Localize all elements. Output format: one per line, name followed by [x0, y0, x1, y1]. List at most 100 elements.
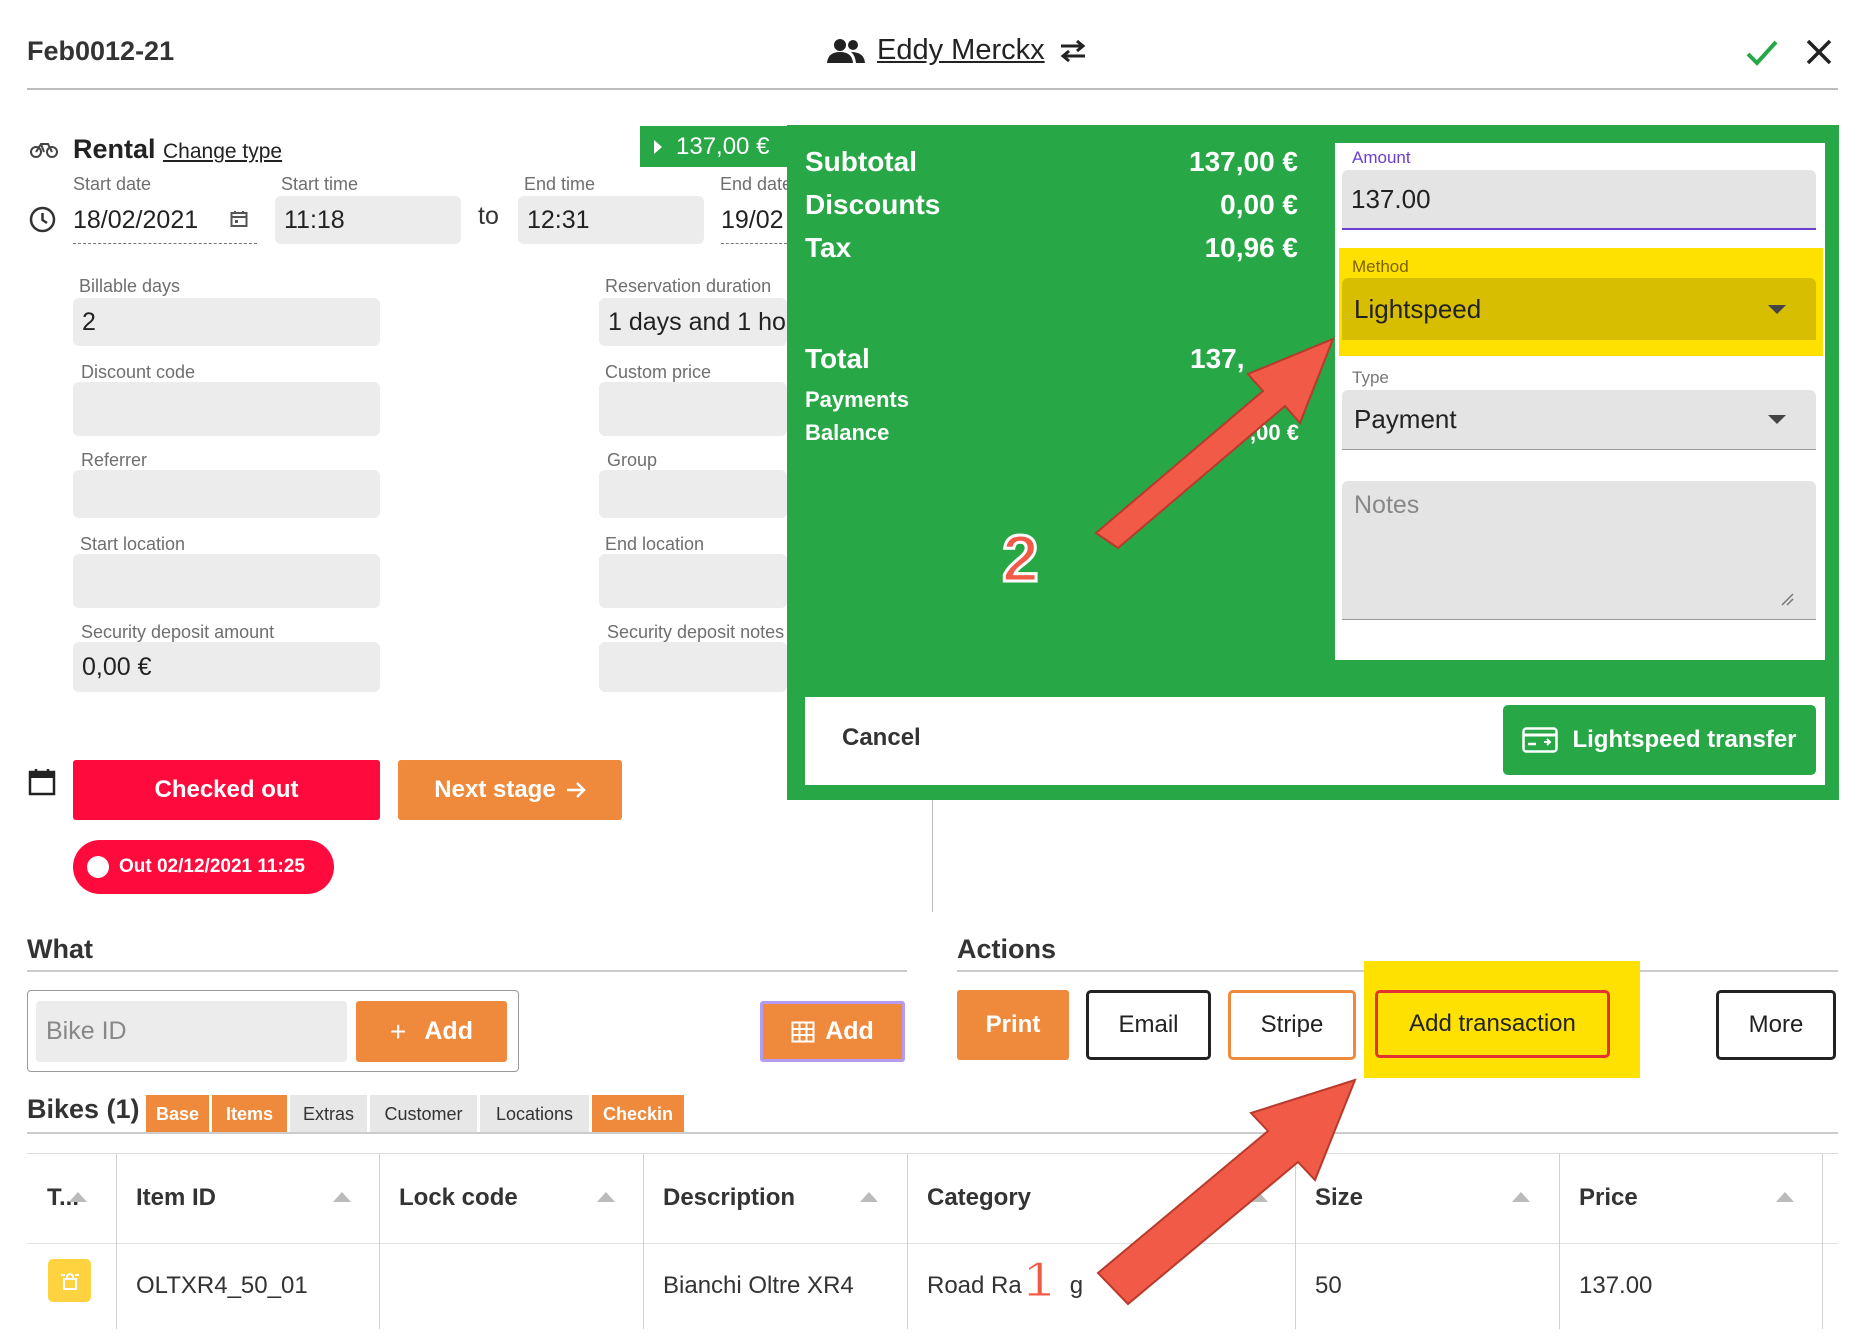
people-icon: [827, 38, 865, 64]
change-type-link[interactable]: Change type: [163, 140, 282, 164]
cell-category: Road Ra g: [907, 1243, 1295, 1329]
subtotal-value: 137,00 €: [1189, 146, 1298, 177]
email-button[interactable]: Email: [1086, 990, 1211, 1060]
cancel-button[interactable]: Cancel: [842, 724, 921, 752]
custom-price-label: Custom price: [605, 362, 712, 382]
total-value: 137,: [1190, 343, 1245, 374]
col-category[interactable]: Category: [907, 1153, 1295, 1243]
booking-id: Feb0012-21: [27, 36, 175, 66]
out-status-badge: Out 02/12/2021 11:25: [73, 840, 334, 894]
add-transaction-button[interactable]: Add transaction: [1375, 990, 1610, 1058]
close-icon[interactable]: [1805, 38, 1833, 66]
bicycle-icon: [30, 140, 58, 158]
sort-asc-icon[interactable]: [597, 1192, 615, 1202]
subtotal-label: Subtotal: [805, 146, 917, 177]
security-notes-field[interactable]: [599, 642, 787, 692]
amount-input[interactable]: 137.00: [1342, 170, 1816, 230]
sort-asc-icon[interactable]: [69, 1192, 87, 1202]
tab-base[interactable]: Base: [146, 1095, 209, 1133]
cell-size: 50: [1315, 1272, 1342, 1299]
notes-textarea[interactable]: Notes: [1342, 481, 1816, 620]
sort-asc-icon[interactable]: [1512, 1192, 1530, 1202]
credit-card-icon: [1522, 727, 1559, 753]
type-value: Payment: [1354, 404, 1457, 434]
start-time-field[interactable]: 11:18: [275, 196, 461, 244]
calendar-small-icon[interactable]: [230, 210, 248, 228]
end-date-field[interactable]: 19/02: [721, 198, 787, 244]
step-2-label: 2: [1001, 520, 1041, 597]
end-location-field[interactable]: [599, 554, 787, 608]
total-label: Total: [805, 343, 870, 374]
billable-days-field[interactable]: 2: [73, 298, 380, 346]
lightspeed-transfer-button[interactable]: Lightspeed transfer: [1503, 705, 1816, 775]
step-1-label: 1: [1023, 1250, 1055, 1311]
start-date-value: 18/02/2021: [73, 206, 199, 234]
clock-icon: [29, 206, 56, 233]
referrer-field[interactable]: [73, 470, 380, 518]
group-field[interactable]: [599, 470, 787, 518]
print-button[interactable]: Print: [957, 990, 1069, 1060]
cell-price: 137.00: [1579, 1272, 1653, 1299]
header-divider: [27, 88, 1838, 90]
billable-days-label: Billable days: [79, 276, 181, 296]
customer-link[interactable]: Eddy Merckx: [827, 34, 1089, 67]
bike-id-input[interactable]: Bike ID: [36, 1001, 347, 1062]
more-button[interactable]: More: [1716, 990, 1836, 1060]
type-select[interactable]: Payment: [1342, 390, 1816, 450]
sort-asc-icon[interactable]: [1250, 1192, 1268, 1202]
price-badge-value: 137,00 €: [676, 132, 770, 160]
checked-out-button[interactable]: Checked out: [73, 760, 380, 820]
tab-customer[interactable]: Customer: [370, 1095, 477, 1133]
tab-items[interactable]: Items: [212, 1095, 287, 1133]
cell-item-id: OLTXR4_50_01: [136, 1272, 308, 1299]
custom-price-field[interactable]: [599, 382, 787, 436]
column-divider: [932, 800, 933, 912]
swap-icon[interactable]: [1057, 39, 1089, 63]
next-stage-button[interactable]: Next stage: [398, 760, 622, 820]
tab-locations[interactable]: Locations: [480, 1095, 589, 1133]
add-bike-label: Add: [424, 1017, 473, 1045]
grid-add-button[interactable]: Add: [760, 1001, 905, 1062]
cell-category-text: Road Ra: [927, 1272, 1022, 1299]
tax-label: Tax: [805, 232, 852, 263]
start-time-label: Start time: [281, 174, 359, 194]
referrer-label: Referrer: [81, 450, 148, 470]
amount-label: Amount: [1352, 148, 1411, 167]
status-dot-icon: [87, 856, 109, 878]
discount-code-field[interactable]: [73, 382, 380, 436]
reservation-duration-label: Reservation duration: [605, 276, 772, 296]
grid-add-label: Add: [825, 1017, 874, 1045]
add-bike-button[interactable]: + Add: [356, 1001, 507, 1062]
method-select[interactable]: Lightspeed: [1342, 278, 1816, 340]
end-time-field[interactable]: 12:31: [518, 196, 704, 244]
end-date-value: 19/02: [721, 206, 784, 234]
tab-checkin[interactable]: Checkin: [592, 1095, 684, 1133]
bikes-title: Bikes (1): [27, 1094, 140, 1124]
tab-extras[interactable]: Extras: [290, 1095, 367, 1133]
what-title: What: [27, 934, 93, 964]
arrow-right-icon: [566, 782, 586, 798]
start-location-field[interactable]: [73, 554, 380, 608]
start-location-label: Start location: [80, 534, 186, 554]
discounts-label: Discounts: [805, 189, 941, 220]
actions-title: Actions: [957, 934, 1057, 964]
sort-asc-icon[interactable]: [333, 1192, 351, 1202]
security-notes-label: Security deposit notes: [607, 622, 785, 642]
tax-value: 10,96 €: [1204, 232, 1298, 263]
sort-asc-icon[interactable]: [1776, 1192, 1794, 1202]
security-deposit-field[interactable]: 0,00 €: [73, 642, 380, 692]
dropdown-caret-icon: [1768, 304, 1786, 314]
notes-placeholder: Notes: [1354, 491, 1420, 519]
customer-name[interactable]: Eddy Merckx: [877, 34, 1045, 67]
check-icon[interactable]: [1745, 38, 1779, 68]
price-badge[interactable]: 137,00 €: [640, 126, 787, 167]
balance-value: ,00 €: [1250, 420, 1299, 445]
resize-handle-icon[interactable]: [1780, 592, 1794, 606]
stripe-button[interactable]: Stripe: [1228, 990, 1356, 1060]
plus-icon: +: [390, 1015, 407, 1047]
to-label: to: [478, 202, 499, 230]
end-time-label: End time: [524, 174, 596, 194]
sort-asc-icon[interactable]: [860, 1192, 878, 1202]
grid-icon: [791, 1021, 815, 1043]
bikes-divider: [27, 1132, 1838, 1134]
